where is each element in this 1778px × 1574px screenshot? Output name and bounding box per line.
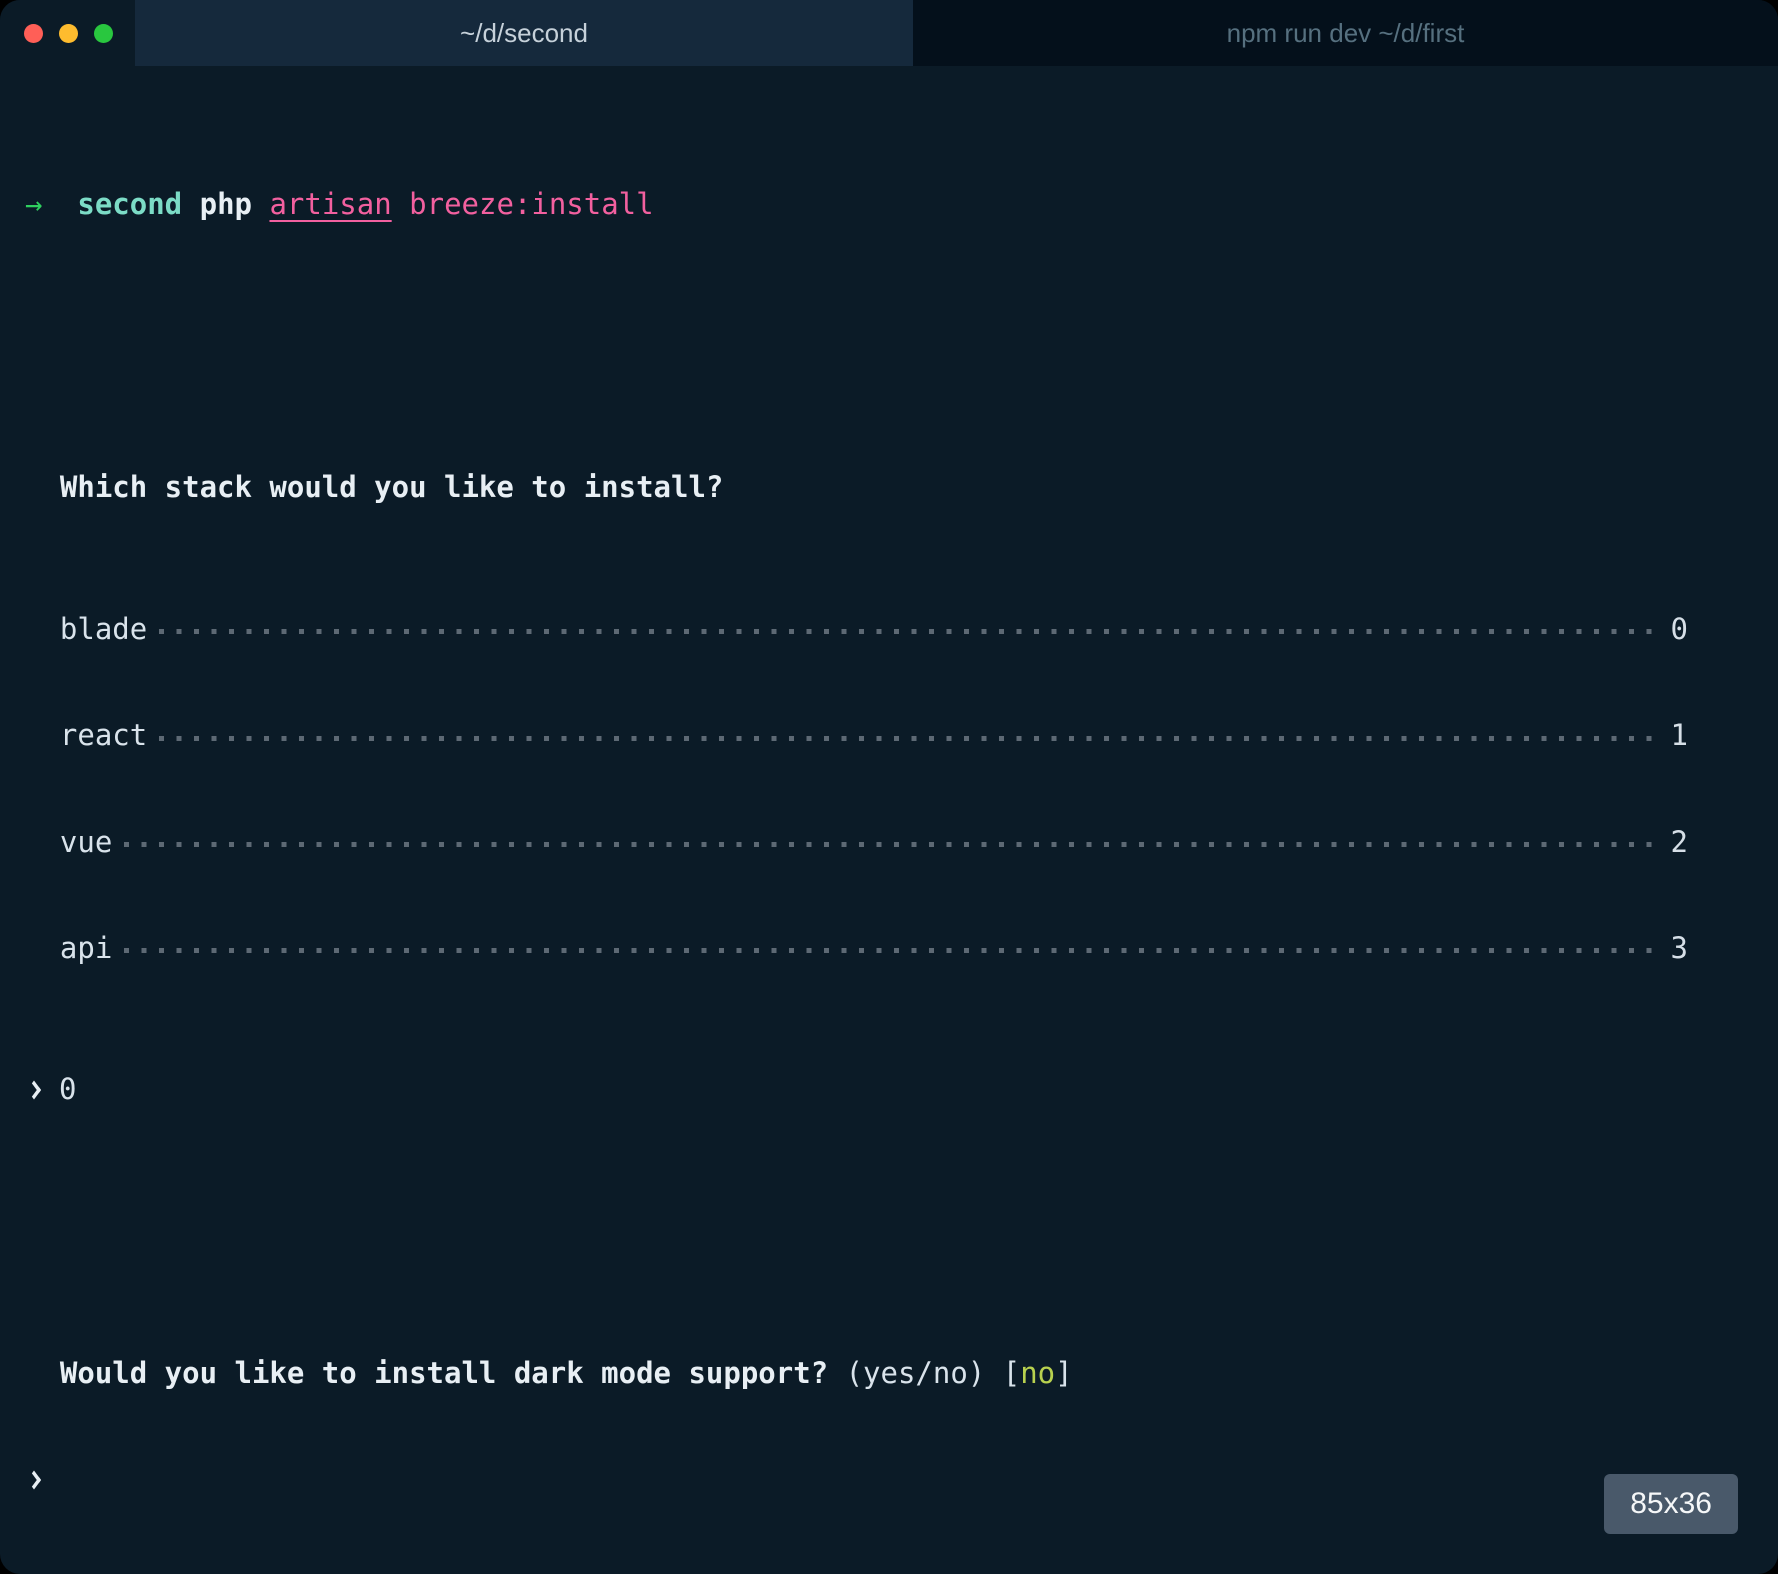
question-hint-close: ] bbox=[1055, 1356, 1072, 1390]
leader-dots bbox=[124, 948, 1654, 953]
tab-first[interactable]: npm run dev ~/d/first bbox=[913, 0, 1778, 66]
zoom-window-icon[interactable] bbox=[94, 24, 113, 43]
option-blade: blade 0 bbox=[25, 612, 1753, 647]
cmd-breeze-install: breeze:install bbox=[392, 187, 654, 221]
tab-bar: ~/d/second npm run dev ~/d/first bbox=[0, 0, 1778, 66]
option-value: 0 bbox=[1671, 612, 1688, 647]
leader-dots bbox=[159, 629, 1654, 634]
stack-answer-line: 0 bbox=[25, 1072, 1753, 1107]
stack-answer: 0 bbox=[59, 1072, 76, 1106]
cmd-artisan: artisan bbox=[269, 187, 391, 221]
option-label: vue bbox=[60, 825, 112, 860]
option-value: 2 bbox=[1671, 825, 1688, 860]
option-vue: vue 2 bbox=[25, 825, 1753, 860]
answer-line bbox=[25, 1462, 1753, 1497]
tab-second[interactable]: ~/d/second bbox=[135, 0, 913, 66]
terminal-window: ~/d/second npm run dev ~/d/first → secon… bbox=[0, 0, 1778, 1574]
option-react: react 1 bbox=[25, 718, 1753, 753]
prompt-dir: second bbox=[42, 187, 182, 221]
close-window-icon[interactable] bbox=[24, 24, 43, 43]
option-value: 3 bbox=[1671, 931, 1688, 966]
option-label: react bbox=[60, 718, 147, 753]
traffic-lights bbox=[0, 0, 135, 66]
question-text: Would you like to install dark mode supp… bbox=[60, 1356, 828, 1390]
tab-first-title: npm run dev ~/d/first bbox=[1227, 18, 1465, 49]
command-line: → second php artisan breeze:install bbox=[25, 187, 1753, 222]
minimize-window-icon[interactable] bbox=[59, 24, 78, 43]
option-label: api bbox=[60, 931, 112, 966]
dark-mode-question: Would you like to install dark mode supp… bbox=[25, 1356, 1753, 1391]
leader-dots bbox=[124, 842, 1654, 847]
terminal-screen[interactable]: → second php artisan breeze:install Whic… bbox=[0, 66, 1778, 1574]
tab-second-title: ~/d/second bbox=[460, 18, 588, 49]
option-api: api 3 bbox=[25, 931, 1753, 966]
option-value: 1 bbox=[1671, 718, 1688, 753]
prompt-chevron-icon bbox=[27, 1081, 41, 1100]
prompt-arrow-icon: → bbox=[25, 187, 42, 221]
question-default: no bbox=[1020, 1356, 1055, 1390]
option-label: blade bbox=[60, 612, 147, 647]
question-hint: (yes/no) [ bbox=[828, 1356, 1020, 1390]
leader-dots bbox=[159, 736, 1654, 741]
stack-question: Which stack would you like to install? bbox=[25, 470, 1753, 505]
terminal-size-badge: 85x36 bbox=[1604, 1474, 1738, 1534]
prompt-chevron-icon bbox=[27, 1470, 41, 1489]
cmd-php: php bbox=[182, 187, 269, 221]
